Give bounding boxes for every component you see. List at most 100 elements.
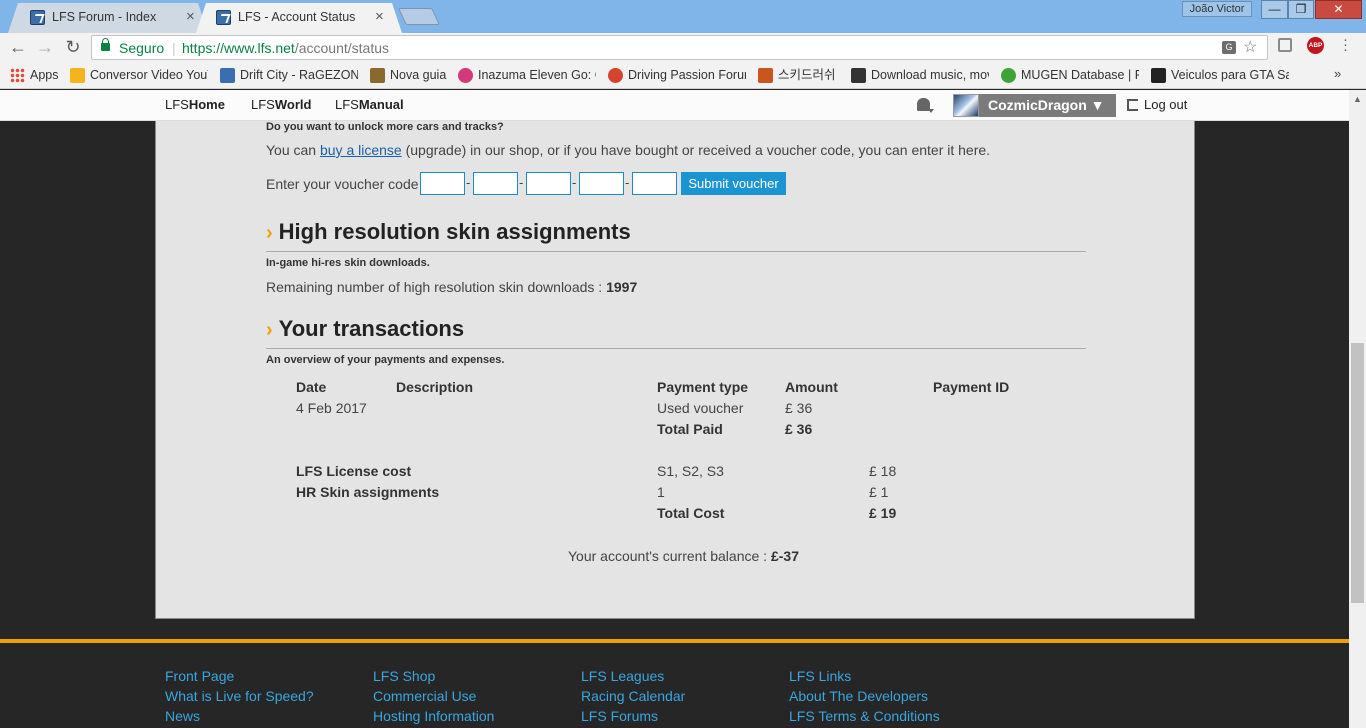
tab-account-status[interactable]: LFS - Account Status ×: [196, 3, 402, 33]
bookmark-item[interactable]: Inazuma Eleven Go: Cl: [458, 66, 596, 84]
bookmark-label: 스키드러쉬: [778, 68, 836, 82]
footer-link[interactable]: Hosting Information: [373, 708, 494, 724]
footer-link[interactable]: About The Developers: [789, 688, 928, 704]
nav-prefix: LFS: [165, 97, 189, 112]
footer-link[interactable]: LFS Shop: [373, 668, 435, 684]
footer-link[interactable]: Commercial Use: [373, 688, 476, 704]
bookmark-favicon-icon: [758, 68, 773, 83]
remaining-label: Remaining number of high resolution skin…: [266, 279, 607, 295]
footer-link[interactable]: Racing Calendar: [581, 688, 685, 704]
nav-lfs-world[interactable]: LFSWorld: [251, 97, 311, 112]
window-minimize-button[interactable]: —: [1261, 0, 1288, 19]
tab-title: LFS Forum - Index: [52, 10, 157, 24]
bookmark-item[interactable]: MUGEN Database | Fa: [1001, 66, 1139, 84]
footer-link[interactable]: News: [165, 708, 200, 724]
tx-row-payment-type: Used voucher: [657, 400, 744, 416]
bookmark-item[interactable]: 스키드러쉬: [758, 66, 842, 84]
lfs-favicon-icon: [216, 10, 231, 25]
account-balance: Your account's current balance : £-37: [568, 548, 799, 564]
bookmark-item[interactable]: Nova guia: [370, 66, 448, 84]
back-button[interactable]: ←: [6, 36, 30, 60]
col-header-description: Description: [396, 379, 474, 395]
scrollbar-thumb[interactable]: [1351, 343, 1364, 603]
transactions-subheading: An overview of your payments and expense…: [266, 354, 505, 366]
browser-profile-button[interactable]: João Victor: [1182, 1, 1252, 17]
bookmark-apps[interactable]: Apps: [10, 66, 64, 84]
remaining-value: 1997: [606, 279, 638, 295]
tx-row-date: 4 Feb 2017: [296, 400, 367, 416]
tab-close-icon[interactable]: ×: [186, 3, 195, 31]
extension-icon[interactable]: [1278, 38, 1292, 52]
voucher-input-2[interactable]: [473, 172, 518, 195]
total-cost-label: Total Cost: [657, 505, 725, 521]
new-tab-button[interactable]: [398, 8, 440, 25]
nav-lfs-manual[interactable]: LFSManual: [335, 97, 404, 112]
buy-license-link[interactable]: buy a license: [320, 142, 402, 158]
voucher-input-5[interactable]: [632, 172, 677, 195]
forward-button[interactable]: →: [33, 36, 57, 60]
bookmark-label: MUGEN Database | Fa: [1021, 68, 1139, 82]
voucher-input-4[interactable]: [579, 172, 624, 195]
footer-link[interactable]: LFS Forums: [581, 708, 658, 724]
apps-grid-icon: [10, 68, 25, 83]
nav-label: Home: [188, 97, 225, 112]
tx-row-amount: £ 36: [785, 400, 813, 416]
total-cost-value: £ 19: [869, 505, 897, 521]
footer-link[interactable]: LFS Terms & Conditions: [789, 708, 940, 724]
scroll-up-arrow-icon[interactable]: ▲: [1350, 92, 1365, 107]
bookmark-item[interactable]: Driving Passion Forum: [608, 66, 746, 84]
adblock-plus-icon[interactable]: ABP: [1307, 37, 1324, 54]
bookmark-label: Nova guia: [390, 68, 447, 82]
voucher-input-3[interactable]: [526, 172, 571, 195]
translate-icon[interactable]: G: [1222, 41, 1236, 54]
bookmark-label: Veiculos para GTA Sa: [1171, 68, 1289, 82]
footer-link[interactable]: Front Page: [165, 668, 234, 684]
col-header-amount: Amount: [785, 379, 838, 395]
voucher-dash: -: [466, 175, 471, 190]
balance-label: Your account's current balance :: [568, 548, 771, 564]
bookmark-label: Driving Passion Forum: [628, 68, 746, 82]
bookmark-label: Conversor Video YouT: [90, 68, 208, 82]
tab-lfs-forum[interactable]: LFS Forum - Index ×: [8, 3, 208, 33]
lock-icon: [101, 38, 110, 51]
browser-tab-bar: LFS Forum - Index × LFS - Account Status…: [0, 0, 1366, 33]
nav-lfs-home[interactable]: LFSHome: [165, 97, 225, 112]
voucher-label: Enter your voucher code :: [266, 176, 427, 192]
notification-bell-icon[interactable]: [917, 98, 934, 113]
cost-detail: S1, S2, S3: [657, 463, 724, 479]
bookmark-label: Drift City - RaGEZONE: [240, 68, 358, 82]
logout-link[interactable]: Log out: [1144, 97, 1187, 112]
reload-button[interactable]: ↻: [61, 36, 85, 60]
bookmark-item[interactable]: Drift City - RaGEZONE: [220, 66, 358, 84]
browser-menu-icon[interactable]: · · ·: [1343, 32, 1348, 57]
chevron-right-icon: ›: [266, 319, 273, 341]
bookmark-item[interactable]: Download music, mov: [851, 66, 989, 84]
submit-voucher-button[interactable]: Submit voucher: [681, 172, 786, 195]
window-maximize-button[interactable]: ❐: [1288, 0, 1314, 19]
bookmarks-overflow-button[interactable]: »: [1334, 66, 1341, 81]
skins-section-heading: › High resolution skin assignments: [266, 219, 631, 245]
browser-toolbar: ← → ↻ Seguro | https://www.lfs.net/accou…: [0, 33, 1366, 62]
bookmarks-bar: Apps Conversor Video YouT Drift City - R…: [0, 62, 1366, 89]
window-close-button[interactable]: ✕: [1315, 0, 1362, 19]
cost-detail: 1: [657, 484, 665, 500]
bookmark-star-icon[interactable]: ☆: [1243, 37, 1257, 57]
col-header-payment-id: Payment ID: [933, 379, 1010, 395]
address-bar[interactable]: Seguro | https://www.lfs.net/account/sta…: [91, 35, 1268, 60]
logout-icon[interactable]: [1127, 99, 1138, 111]
secure-label: Seguro: [119, 40, 165, 56]
footer-link[interactable]: LFS Leagues: [581, 668, 664, 684]
bookmark-favicon-icon: [1001, 68, 1016, 83]
tab-close-icon[interactable]: ×: [375, 3, 384, 31]
footer-link[interactable]: LFS Links: [789, 668, 851, 684]
voucher-dash: -: [519, 175, 524, 190]
voucher-input-1[interactable]: [420, 172, 465, 195]
bookmark-item[interactable]: Conversor Video YouT: [70, 66, 208, 84]
bookmark-item[interactable]: Veiculos para GTA Sa: [1151, 66, 1289, 84]
user-menu-button[interactable]: CozmicDragon ▼: [979, 94, 1116, 117]
avatar[interactable]: [953, 94, 979, 117]
section-divider: [266, 251, 1086, 252]
section-divider: [266, 348, 1086, 349]
footer-link[interactable]: What is Live for Speed?: [165, 688, 314, 704]
unlock-text-before: You can: [266, 142, 320, 158]
